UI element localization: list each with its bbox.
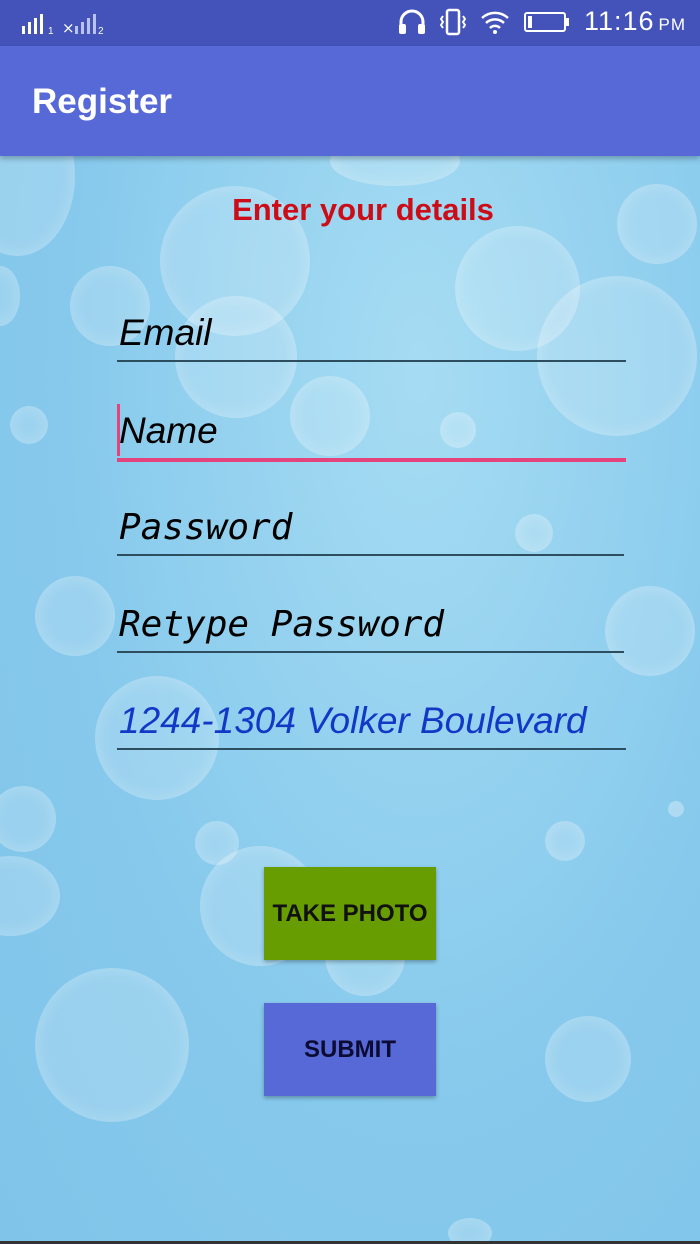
headphones-icon (398, 9, 425, 34)
battery-icon (523, 11, 569, 32)
clock-ampm: PM (658, 15, 686, 34)
email-field[interactable]: Email (117, 308, 626, 362)
password-placeholder: Password (119, 507, 293, 548)
status-bar: 1 × 2 11:16 PM (0, 0, 700, 46)
signal-sim1: 1 (22, 12, 58, 39)
submit-button[interactable]: SUBMIT (264, 1003, 436, 1096)
name-placeholder: Name (119, 410, 218, 451)
retype-password-field[interactable]: Retype Password (117, 599, 624, 653)
retype-password-placeholder: Retype Password (119, 604, 445, 645)
page-title: Register (32, 82, 173, 121)
name-field[interactable]: Name (117, 404, 626, 462)
take-photo-button[interactable]: TAKE PHOTO (264, 867, 436, 960)
svg-text:×: × (62, 19, 75, 36)
password-field[interactable]: Password (117, 502, 624, 556)
signal-sim2: × 2 (62, 12, 106, 39)
app-bar: Register (0, 46, 700, 156)
address-field[interactable]: 1244-1304 Volker Boulevard (117, 696, 626, 750)
sim2-label: 2 (98, 26, 104, 37)
address-value: 1244-1304 Volker Boulevard (119, 700, 587, 741)
wifi-icon (481, 11, 509, 34)
vibrate-icon (439, 8, 466, 35)
clock: 11:16 PM (584, 6, 686, 37)
status-icons: 11:16 PM (398, 6, 686, 37)
sim1-label: 1 (48, 26, 54, 37)
clock-time: 11:16 (583, 6, 655, 36)
email-placeholder: Email (119, 312, 212, 353)
form-heading: Enter your details (232, 192, 494, 227)
